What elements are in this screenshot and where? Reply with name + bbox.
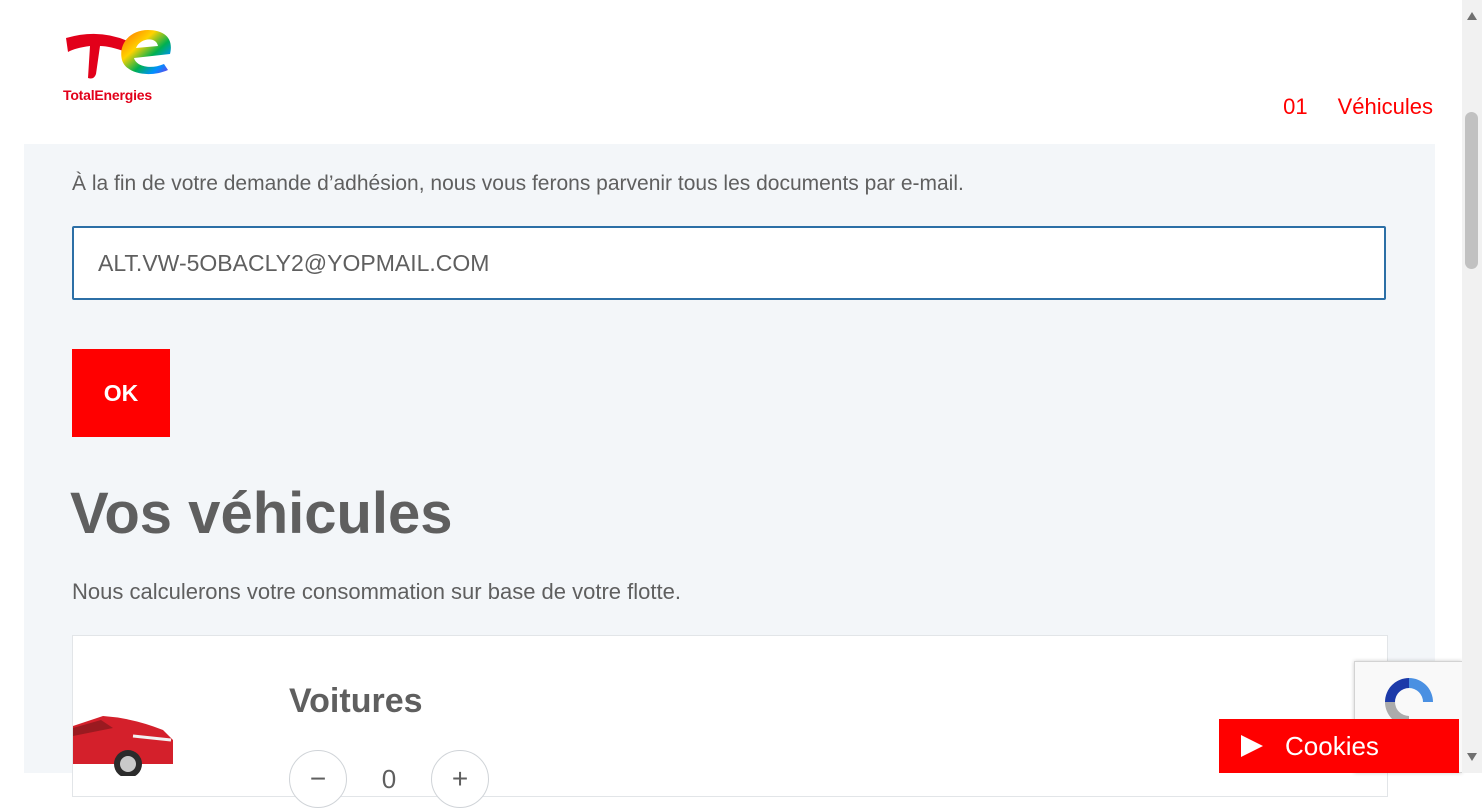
vehicles-title: Vos véhicules: [70, 481, 453, 546]
increment-button[interactable]: +: [431, 750, 489, 808]
vehicles-subtitle: Nous calculerons votre consommation sur …: [72, 579, 681, 604]
scroll-down-arrow-icon[interactable]: [1467, 753, 1477, 761]
step-vehicules[interactable]: Véhicules: [1338, 94, 1433, 120]
cookies-label: Cookies: [1285, 730, 1379, 761]
totalenergies-logo[interactable]: TotalEnergies: [60, 24, 180, 110]
cookies-button[interactable]: Cookies: [1219, 719, 1459, 773]
page-scrollbar[interactable]: [1462, 0, 1482, 773]
cars-count: 0: [381, 763, 397, 794]
play-icon: [1241, 735, 1263, 757]
site-header: TotalEnergies 01 Véhicules: [0, 0, 1462, 144]
form-panel: À la fin de votre demande d’adhésion, no…: [24, 144, 1435, 808]
email-field[interactable]: [72, 226, 1386, 300]
cars-title: Voitures: [289, 682, 423, 720]
logo-mark-icon: [66, 30, 171, 79]
car-icon: [73, 716, 173, 776]
step-number[interactable]: 01: [1283, 94, 1307, 120]
email-intro-text: À la fin de votre demande d’adhésion, no…: [72, 172, 964, 195]
scroll-thumb[interactable]: [1465, 112, 1478, 269]
scroll-up-arrow-icon[interactable]: [1467, 12, 1477, 20]
ok-button[interactable]: OK: [72, 349, 170, 437]
cars-quantity-stepper: − 0 +: [289, 750, 489, 808]
decrement-button[interactable]: −: [289, 750, 347, 808]
step-navigation: 01 Véhicules: [1283, 94, 1433, 120]
logo-wordmark: TotalEnergies: [63, 87, 152, 103]
